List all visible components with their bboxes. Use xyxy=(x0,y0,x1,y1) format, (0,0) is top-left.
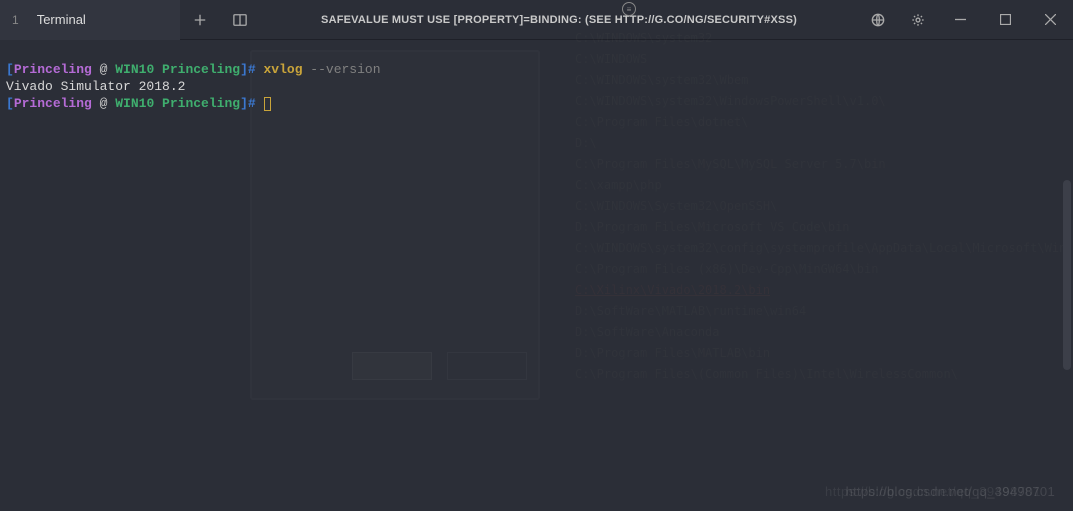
gear-icon[interactable] xyxy=(898,0,938,40)
new-tab-button[interactable] xyxy=(180,0,220,40)
ghost-path-item: D:\Program Files\Microsoft VS Code\bin xyxy=(575,217,1063,238)
ghost-path-item: D:\SoftWare\MATLAB\runtime\win64 xyxy=(575,301,1063,322)
maximize-button[interactable] xyxy=(983,0,1028,40)
terminal-output[interactable]: [Princeling @ WIN10 Princeling]# xvlog -… xyxy=(0,40,1073,133)
tab-label: Terminal xyxy=(37,12,86,27)
globe-icon[interactable] xyxy=(858,0,898,40)
badge-icon: ≡ xyxy=(622,2,636,16)
ghost-path-item: C:\Program Files\MySQL\MySQL Server 5.7\… xyxy=(575,154,1063,175)
tab-index: 1 xyxy=(12,13,19,27)
ghost-path-item: C:\xampp\php xyxy=(575,175,1063,196)
minimize-button[interactable] xyxy=(938,0,983,40)
close-button[interactable] xyxy=(1028,0,1073,40)
ghost-path-item: D:\ xyxy=(575,133,1063,154)
ghost-path-item: C:\WINDOWS\System32\OpenSSH\ xyxy=(575,196,1063,217)
window-title: SAFEVALUE MUST USE [PROPERTY]=BINDING: (… xyxy=(260,14,858,26)
ghost-path-item: D:\Program Files\MATLAB\bin xyxy=(575,343,1063,364)
ghost-path-item: C:\Program Files (x86)\Dev-Cpp\MinGW64\b… xyxy=(575,259,1063,280)
scrollbar-thumb[interactable] xyxy=(1063,180,1071,370)
ghost-path-item: C:\Xilinx\Vivado\2018.2\bin xyxy=(575,280,1063,301)
split-pane-button[interactable] xyxy=(220,0,260,40)
ghost-path-item: D:\SoftWare\Anaconda xyxy=(575,322,1063,343)
ghost-path-item: C:\WINDOWS\system32\config\systemprofile… xyxy=(575,238,1063,259)
titlebar: 1 Terminal SAFEVALUE MUST USE [PROPERTY]… xyxy=(0,0,1073,40)
cursor xyxy=(264,97,271,111)
tab-terminal[interactable]: 1 Terminal xyxy=(0,0,180,40)
watermark: https://blog.csdn.net/qq_39498701 xyxy=(846,484,1055,499)
ghost-path-item: C:\Program Files\(Common Files)\Intel\Wi… xyxy=(575,364,1063,385)
